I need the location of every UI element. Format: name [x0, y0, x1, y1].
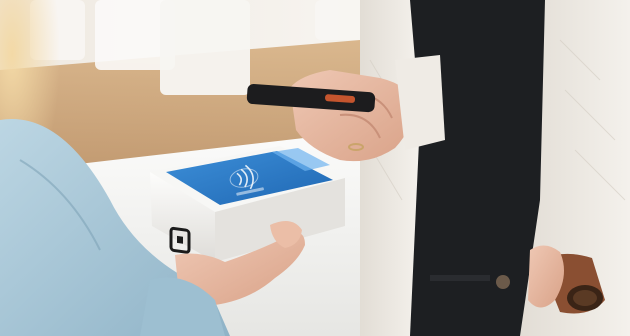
shelf-bag-2 [160, 0, 250, 95]
cardigan-left-panel [360, 0, 420, 336]
dark-band [430, 275, 490, 281]
cup-lid-inner [573, 290, 597, 306]
photo-scene [0, 0, 630, 336]
cardigan-button [496, 275, 510, 289]
photo-illustration [0, 0, 630, 336]
